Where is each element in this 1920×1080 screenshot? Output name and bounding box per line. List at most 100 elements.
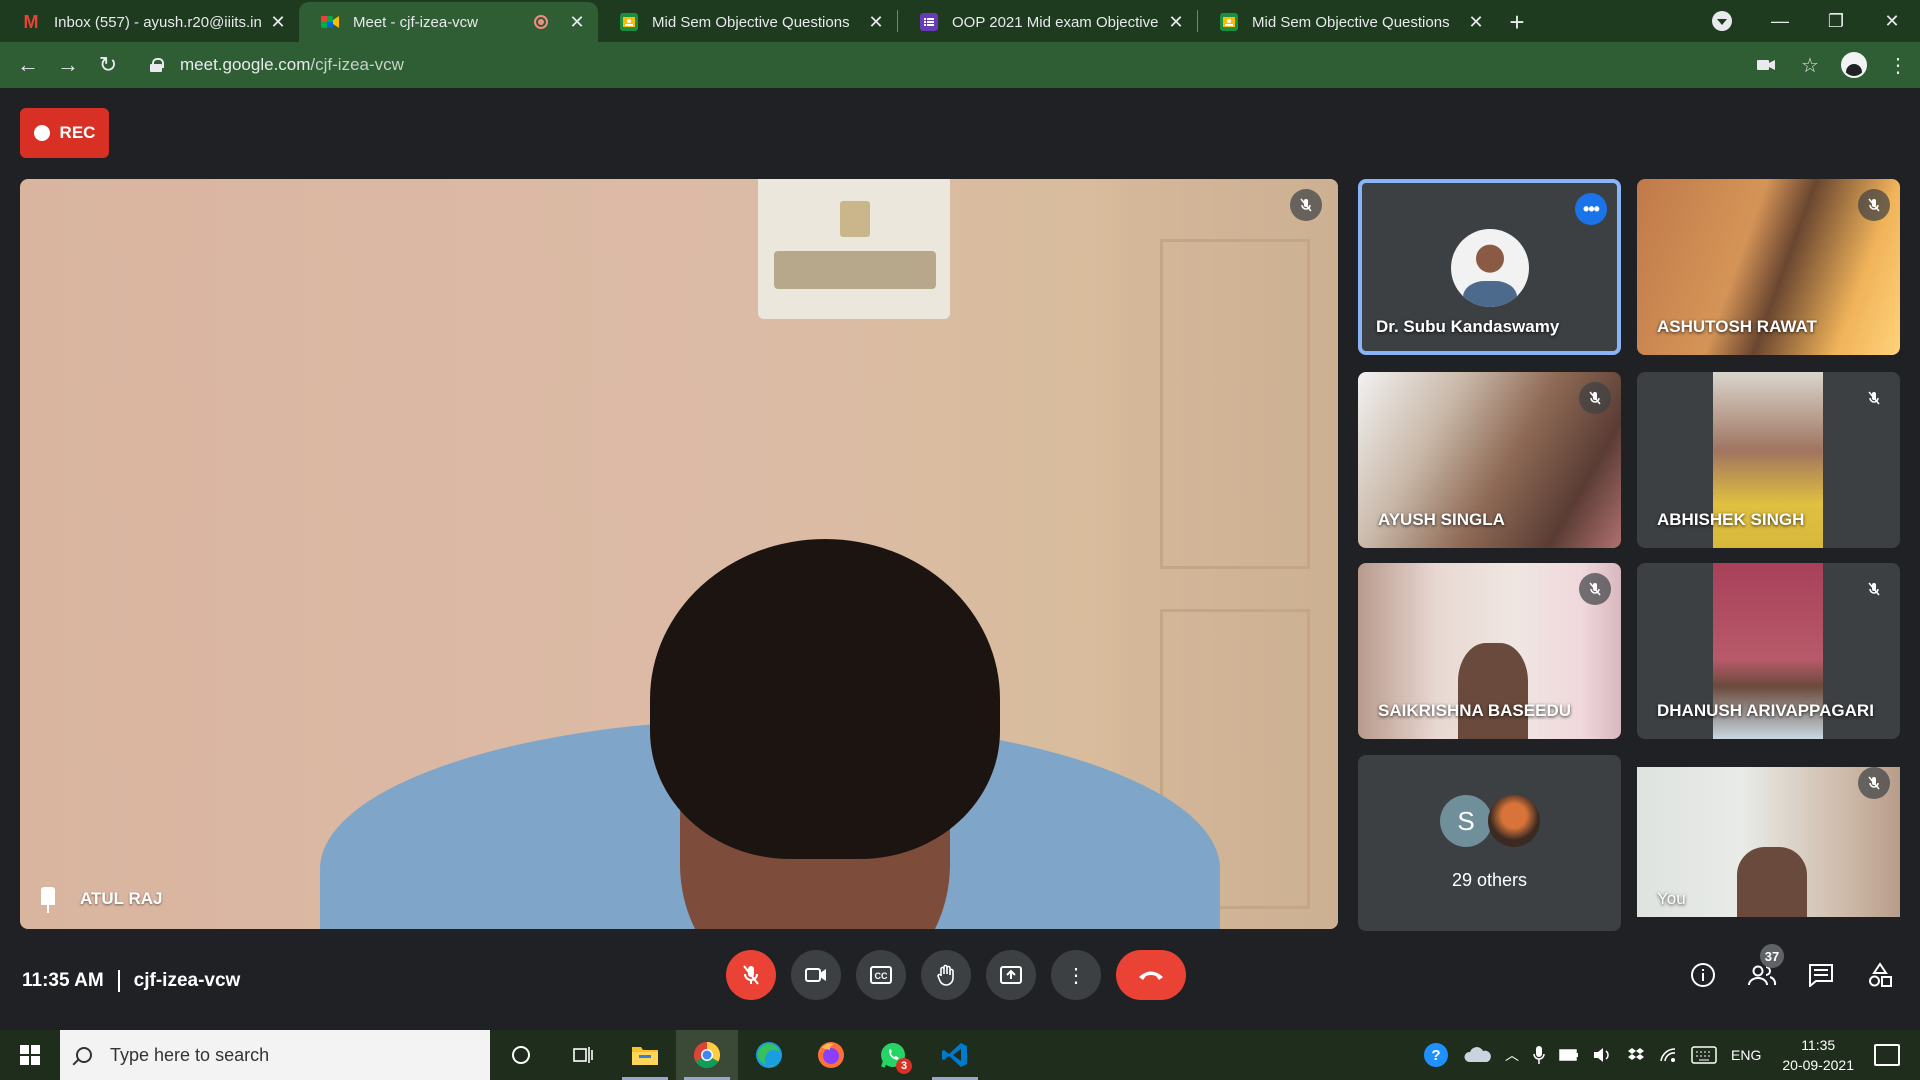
participant-tile[interactable]: ASHUTOSH RAWAT	[1637, 179, 1900, 355]
reload-button[interactable]: ↻	[88, 45, 128, 85]
notification-badge: 3	[896, 1058, 912, 1074]
onedrive-icon[interactable]	[1463, 1046, 1491, 1064]
wall-switchboard	[758, 179, 950, 319]
tab-classroom-2[interactable]: Mid Sem Objective Questions ✕	[1198, 2, 1497, 42]
others-tile[interactable]: S 29 others	[1358, 755, 1621, 931]
avatar	[1488, 795, 1540, 847]
task-view-icon[interactable]	[552, 1030, 614, 1080]
show-hidden-icons-chevron-icon[interactable]: ︿	[1505, 1045, 1519, 1065]
profile-avatar[interactable]	[1832, 43, 1876, 87]
more-options-button[interactable]: ⋮	[1051, 950, 1101, 1000]
tab-classroom-1[interactable]: Mid Sem Objective Questions ✕	[598, 2, 897, 42]
participant-tile[interactable]: DHANUSH ARIVAPPAGARI	[1637, 563, 1900, 739]
cortana-icon[interactable]	[490, 1030, 552, 1080]
tab-search-icon[interactable]	[1712, 11, 1732, 31]
battery-icon[interactable]	[1559, 1049, 1579, 1061]
svg-text:?: ?	[1431, 1047, 1440, 1064]
meeting-controls-bar: 11:35 AM cjf-izea-vcw CC ⋮ 37	[0, 944, 1920, 1030]
meeting-time: 11:35 AM	[22, 970, 104, 991]
help-icon[interactable]: ?	[1423, 1042, 1449, 1068]
participant-name: ABHISHEK SINGH	[1657, 510, 1805, 529]
mic-toggle-button[interactable]	[726, 950, 776, 1000]
captions-button[interactable]: CC	[856, 950, 906, 1000]
avatar	[1451, 229, 1529, 307]
forward-button[interactable]: →	[48, 45, 88, 85]
address-bar-row: ← → ↻ meet.google.com/cjf-izea-vcw ☆ ⋮	[0, 42, 1920, 88]
meet-icon	[321, 13, 339, 31]
close-icon[interactable]: ✕	[269, 12, 287, 32]
muted-mic-icon	[1290, 189, 1322, 221]
pin-icon[interactable]	[36, 881, 60, 913]
close-icon[interactable]: ✕	[1167, 12, 1185, 32]
chrome-taskbar-icon[interactable]	[676, 1030, 738, 1080]
wifi-icon[interactable]	[1659, 1047, 1677, 1063]
taskbar-search-input[interactable]: Type here to search	[60, 1030, 490, 1080]
microphone-icon[interactable]	[1533, 1045, 1545, 1065]
meeting-info-button[interactable]	[1683, 950, 1723, 1000]
window-controls: — ❐ ✕	[1712, 0, 1920, 42]
chat-button[interactable]	[1801, 950, 1841, 1000]
firefox-taskbar-icon[interactable]	[800, 1030, 862, 1080]
recording-dot-icon	[33, 125, 50, 141]
url-field[interactable]: meet.google.com/cjf-izea-vcw	[138, 47, 1798, 83]
more-options-icon[interactable]: •••	[1575, 193, 1607, 225]
whatsapp-taskbar-icon[interactable]: 3	[862, 1030, 924, 1080]
vscode-taskbar-icon[interactable]	[924, 1030, 986, 1080]
start-button[interactable]	[0, 1030, 60, 1080]
recording-label: REC	[59, 123, 96, 142]
minimize-button[interactable]: —	[1752, 0, 1808, 42]
close-icon[interactable]: ✕	[568, 12, 586, 32]
new-tab-button[interactable]: +	[1497, 2, 1537, 42]
call-controls: CC ⋮	[726, 950, 1201, 1000]
tab-meet[interactable]: Meet - cjf-izea-vcw ✕	[299, 2, 598, 42]
participant-tile[interactable]: SAIKRISHNA BASEEDU	[1358, 563, 1621, 739]
close-icon[interactable]: ✕	[867, 12, 885, 32]
input-language[interactable]: ENG	[1731, 1047, 1761, 1063]
notifications-icon[interactable]	[1874, 1044, 1900, 1066]
bookmark-star-icon[interactable]: ☆	[1788, 43, 1832, 87]
divider	[117, 970, 120, 992]
participant-video	[1458, 643, 1528, 739]
lock-icon[interactable]	[150, 58, 164, 72]
participant-name: ASHUTOSH RAWAT	[1657, 317, 1817, 336]
browser-menu-icon[interactable]: ⋮	[1876, 43, 1920, 87]
camera-toggle-button[interactable]	[791, 950, 841, 1000]
main-speaker-video[interactable]: ATUL RAJ	[20, 179, 1338, 929]
back-button[interactable]: ←	[8, 45, 48, 85]
close-icon[interactable]: ✕	[1467, 12, 1485, 32]
file-explorer-icon[interactable]	[614, 1030, 676, 1080]
muted-mic-icon	[1858, 189, 1890, 221]
meeting-code: cjf-izea-vcw	[133, 970, 241, 991]
participant-name: DHANUSH ARIVAPPAGARI	[1657, 701, 1874, 720]
browser-tab-bar: M Inbox (557) - ayush.r20@iiits.in - ✕ M…	[0, 0, 1920, 42]
taskbar-clock[interactable]: 11:35 20-09-2021	[1782, 1035, 1854, 1075]
tab-gmail[interactable]: M Inbox (557) - ayush.r20@iiits.in - ✕	[0, 2, 299, 42]
clock-date: 20-09-2021	[1782, 1057, 1854, 1073]
close-window-button[interactable]: ✕	[1864, 0, 1920, 42]
camera-in-use-icon[interactable]	[1744, 43, 1788, 87]
dropbox-icon[interactable]	[1627, 1047, 1645, 1063]
people-button[interactable]: 37	[1742, 944, 1784, 1000]
participant-tile-host[interactable]: ••• Dr. Subu Kandaswamy	[1358, 179, 1621, 355]
self-view-tile[interactable]: You	[1637, 755, 1900, 931]
activities-button[interactable]	[1860, 950, 1900, 1000]
tab-title: Mid Sem Objective Questions	[1252, 13, 1450, 31]
muted-mic-icon	[1579, 573, 1611, 605]
edge-taskbar-icon[interactable]	[738, 1030, 800, 1080]
restore-button[interactable]: ❐	[1808, 0, 1864, 42]
volume-icon[interactable]	[1593, 1047, 1613, 1063]
recording-button[interactable]: REC	[20, 108, 109, 158]
url-domain: meet.google.com	[180, 55, 311, 74]
speaker-hair	[650, 539, 1000, 859]
present-screen-button[interactable]	[986, 950, 1036, 1000]
raise-hand-button[interactable]	[921, 950, 971, 1000]
forms-icon	[920, 13, 938, 31]
tab-forms[interactable]: OOP 2021 Mid exam Objective Q ✕	[898, 2, 1197, 42]
participant-tile[interactable]: ABHISHEK SINGH	[1637, 372, 1900, 548]
participant-tile[interactable]: AYUSH SINGLA	[1358, 372, 1621, 548]
muted-mic-icon	[1579, 382, 1611, 414]
muted-mic-icon	[1858, 767, 1890, 799]
keyboard-icon[interactable]	[1691, 1046, 1717, 1064]
end-call-button[interactable]	[1116, 950, 1186, 1000]
others-avatars: S	[1440, 795, 1540, 847]
